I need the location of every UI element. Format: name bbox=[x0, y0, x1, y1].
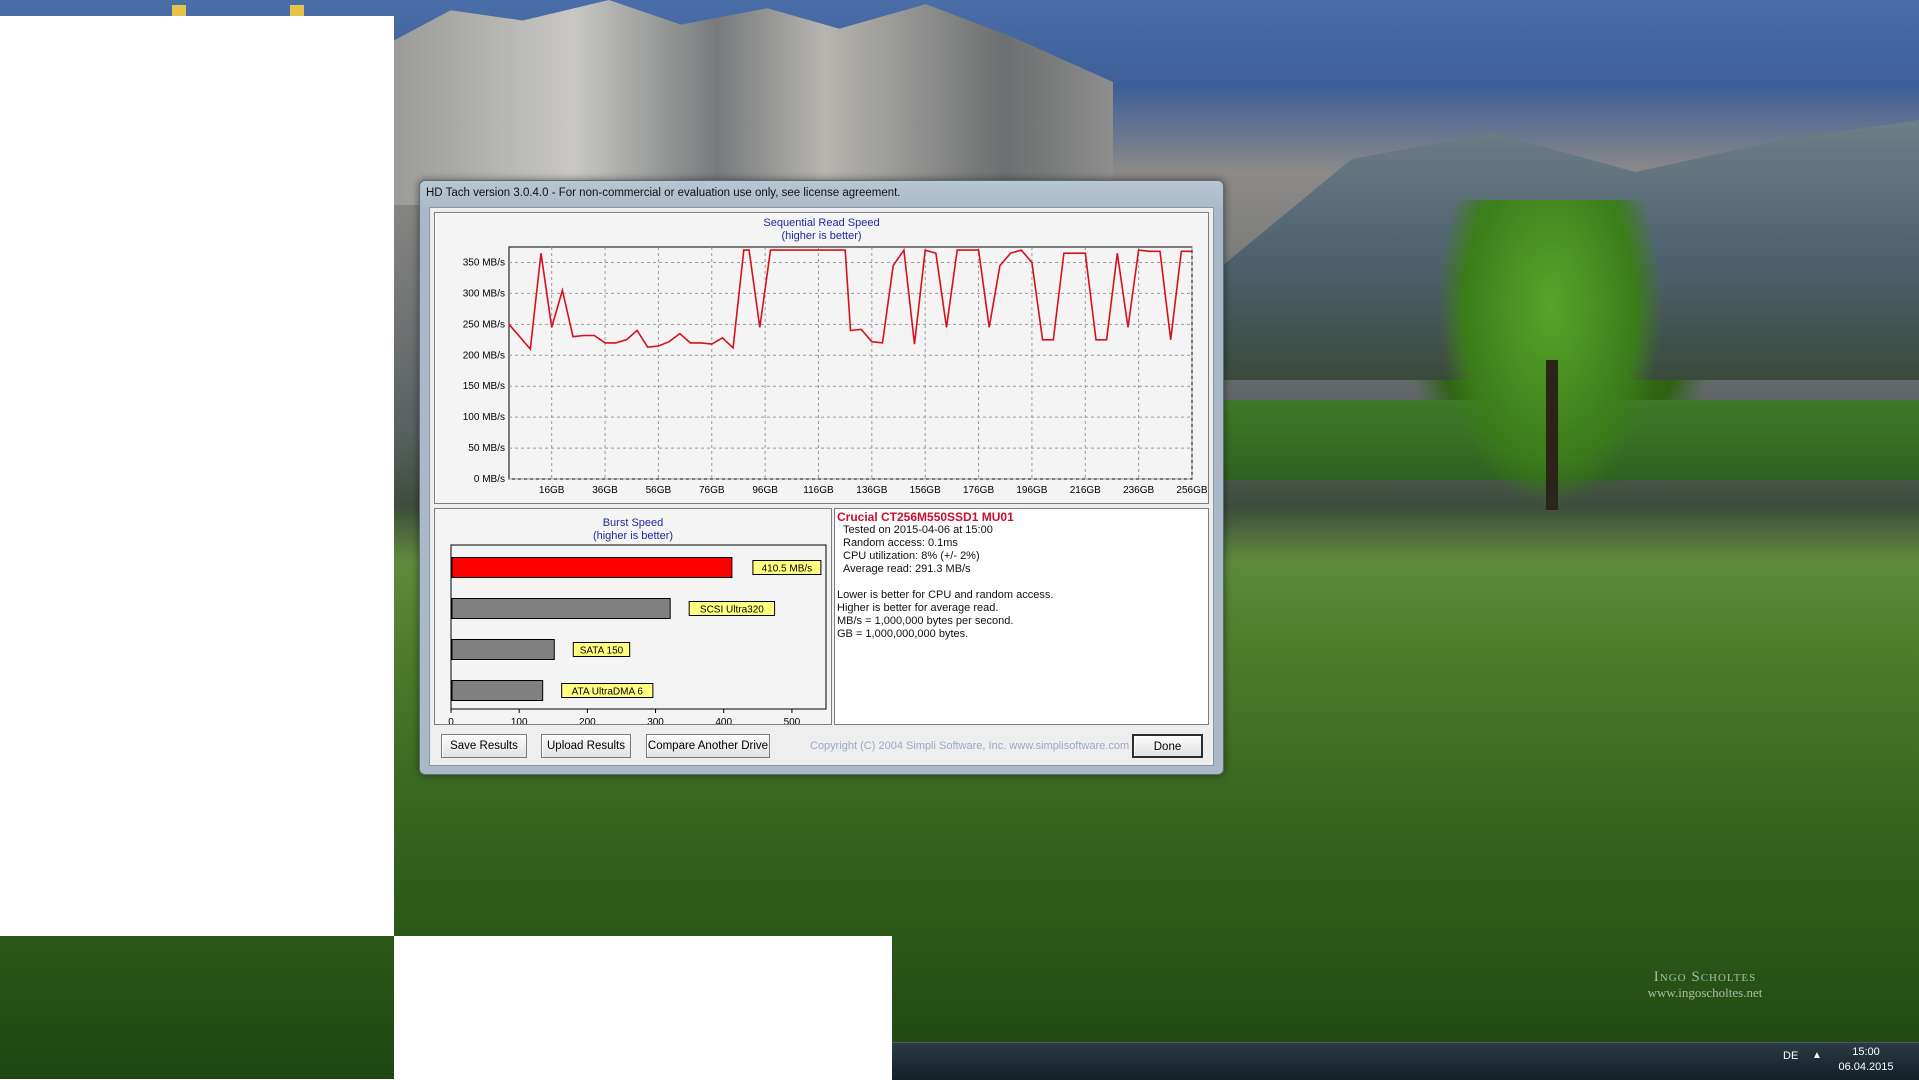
clock-time: 15:00 bbox=[1852, 1046, 1880, 1058]
drive-name: Crucial CT256M550SSD1 MU01 bbox=[837, 510, 1014, 524]
x-tick-label: 236GB bbox=[1123, 485, 1154, 496]
bar-label: 410.5 MB/s bbox=[762, 564, 813, 575]
y-tick-label: 50 MB/s bbox=[468, 443, 505, 454]
cpu-utilization: CPU utilization: 8% (+/- 2%) bbox=[843, 550, 980, 562]
watermark: Ingo Scholtes www.ingoscholtes.net bbox=[1620, 969, 1790, 1001]
tray-expand-icon[interactable]: ▲ bbox=[1812, 1050, 1822, 1061]
desktop-folder-icon[interactable] bbox=[172, 5, 186, 16]
bar-label: ATA UltraDMA 6 bbox=[572, 687, 644, 698]
sequential-read-chart: 0 MB/s 50 MB/s 100 MB/s 150 MB/s 200 MB/s 250… bbox=[463, 246, 1208, 496]
drive-info-panel: Crucial CT256M550SSD1 MU01 Tested on 201… bbox=[834, 508, 1209, 725]
average-read: Average read: 291.3 MB/s bbox=[843, 563, 971, 575]
y-tick-label: 0 MB/s bbox=[474, 474, 505, 485]
info-note: GB = 1,000,000,000 bytes. bbox=[837, 628, 969, 640]
watermark-url: www.ingoscholtes.net bbox=[1647, 985, 1763, 1000]
reference-bar bbox=[451, 598, 671, 619]
done-button[interactable]: Done bbox=[1132, 734, 1203, 758]
clock-date: 06.04.2015 bbox=[1838, 1061, 1894, 1073]
x-tick-label: 16GB bbox=[539, 485, 565, 496]
x-tick-label: 200 bbox=[579, 717, 596, 724]
y-tick-label: 150 MB/s bbox=[463, 381, 505, 392]
y-tick-label: 200 MB/s bbox=[463, 350, 505, 361]
x-tick-label: 196GB bbox=[1016, 485, 1047, 496]
hdtach-window: HD Tach version 3.0.4.0 - For non-commer… bbox=[419, 180, 1224, 775]
x-tick-label: 256GB bbox=[1176, 485, 1207, 496]
reference-bar bbox=[451, 680, 544, 701]
x-tick-label: 76GB bbox=[699, 485, 725, 496]
wallpaper-tree-trunk bbox=[1546, 360, 1558, 510]
window-title: HD Tach version 3.0.4.0 - For non-commer… bbox=[426, 187, 901, 199]
desktop-folder-icon[interactable] bbox=[290, 5, 304, 16]
y-tick-label: 250 MB/s bbox=[463, 319, 505, 330]
x-tick-label: 136GB bbox=[856, 485, 887, 496]
y-tick-label: 100 MB/s bbox=[463, 412, 505, 423]
save-results-button[interactable]: Save Results bbox=[441, 734, 527, 758]
burst-speed-chart: 0 100 200 300 400 500 410.5 MB/s SCSI Ultra320 S… bbox=[448, 544, 827, 724]
taskbar[interactable] bbox=[892, 1042, 1919, 1080]
x-tick-label: 116GB bbox=[803, 485, 834, 496]
burst-bar bbox=[451, 557, 733, 578]
x-tick-label: 216GB bbox=[1070, 485, 1101, 496]
random-access: Random access: 0.1ms bbox=[843, 537, 958, 549]
y-tick-label: 300 MB/s bbox=[463, 288, 505, 299]
y-tick-label: 350 MB/s bbox=[463, 257, 505, 268]
blank-region-bottom bbox=[394, 936, 892, 1079]
x-tick-label: 300 bbox=[647, 717, 664, 724]
sequential-read-panel: Sequential Read Speed (higher is better)… bbox=[434, 212, 1209, 504]
info-note: MB/s = 1,000,000 bytes per second. bbox=[837, 615, 1014, 627]
reference-bar bbox=[451, 639, 555, 660]
x-tick-label: 0 bbox=[448, 717, 454, 724]
blank-region bbox=[0, 16, 394, 936]
x-tick-label: 176GB bbox=[963, 485, 994, 496]
bar-label: SATA 150 bbox=[580, 646, 624, 657]
info-note: Lower is better for CPU and random acces… bbox=[837, 589, 1054, 601]
taskbar-clock[interactable]: 15:00 06.04.2015 bbox=[1836, 1045, 1896, 1075]
x-tick-label: 36GB bbox=[592, 485, 618, 496]
x-tick-label: 96GB bbox=[752, 485, 778, 496]
window-client-area: Sequential Read Speed (higher is better)… bbox=[429, 207, 1214, 766]
x-tick-label: 500 bbox=[784, 717, 801, 724]
bar-label: SCSI Ultra320 bbox=[700, 605, 764, 616]
watermark-name: Ingo Scholtes bbox=[1653, 969, 1757, 985]
x-tick-label: 156GB bbox=[910, 485, 941, 496]
upload-results-button[interactable]: Upload Results bbox=[541, 734, 631, 758]
info-note: Higher is better for average read. bbox=[837, 602, 999, 614]
x-tick-label: 56GB bbox=[646, 485, 672, 496]
copyright-text: Copyright (C) 2004 Simpli Software, Inc.… bbox=[810, 740, 1130, 752]
language-indicator[interactable]: DE bbox=[1783, 1050, 1798, 1062]
x-tick-label: 400 bbox=[715, 717, 732, 724]
tested-date: Tested on 2015-04-06 at 15:00 bbox=[843, 524, 993, 536]
compare-another-drive-button[interactable]: Compare Another Drive bbox=[646, 734, 770, 758]
x-tick-label: 100 bbox=[511, 717, 528, 724]
burst-speed-panel: Burst Speed (higher is better) 0 100 200 30… bbox=[434, 508, 832, 725]
